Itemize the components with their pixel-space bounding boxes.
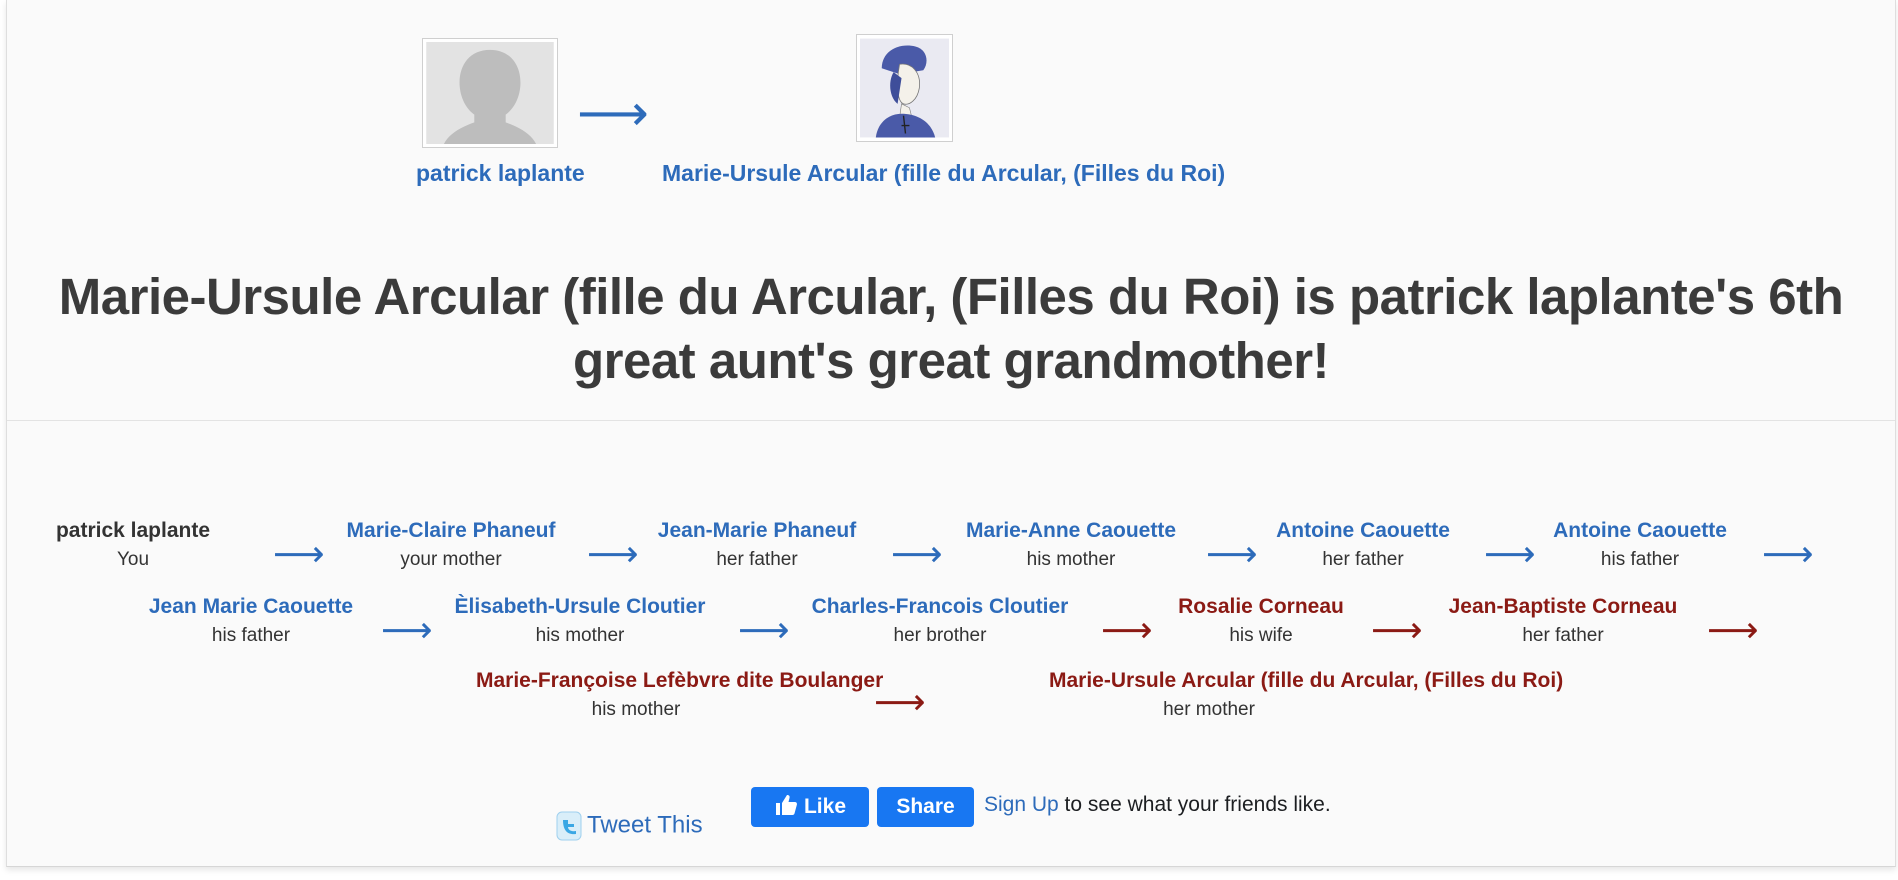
chain-person-name[interactable]: Marie-Claire Phaneuf: [291, 518, 611, 544]
chain-arrow: ⟶: [874, 681, 926, 722]
avatar-placeholder[interactable]: [422, 38, 558, 148]
chain-relation: his father: [1600, 549, 1680, 570]
thumbs-up-icon: [775, 795, 797, 815]
signup-link[interactable]: Sign Up: [984, 793, 1059, 816]
chain-step: Charles-Francois Cloutier her brother: [780, 594, 1100, 649]
twitter-icon: [555, 810, 583, 842]
chain-step: Marie-Françoise Lefèbvre dite Boulanger …: [476, 668, 883, 723]
chain-relation: his father: [211, 625, 291, 646]
header-arrow: ⟶: [577, 85, 649, 141]
chain-relation: his mother: [535, 625, 625, 646]
chain-relation: her mother: [1163, 699, 1255, 720]
chain-relation: his mother: [1026, 549, 1116, 570]
to-person-name[interactable]: Marie-Ursule Arcular (fille du Arcular, …: [662, 160, 1225, 187]
chain-step: Marie-Claire Phaneuf your mother: [291, 518, 611, 573]
chain-step: Marie-Ursule Arcular (fille du Arcular, …: [1049, 668, 1563, 723]
signup-text: to see what your friends like.: [1058, 793, 1331, 816]
portrait-image-icon: [860, 38, 949, 138]
chain-step: patrick laplante You: [0, 518, 293, 573]
chain-person-name[interactable]: Jean-Marie Phaneuf: [597, 518, 917, 544]
chain-person-name: patrick laplante: [55, 519, 211, 542]
chain-step: Antoine Caouette his father: [1480, 518, 1800, 573]
chain-relation: her brother: [893, 625, 987, 646]
chain-person-name[interactable]: Marie-Françoise Lefèbvre dite Boulanger: [476, 668, 883, 694]
chain-relation: your mother: [400, 549, 502, 570]
section-divider: [7, 420, 1895, 421]
chain-person-name[interactable]: Antoine Caouette: [1203, 518, 1523, 544]
relationship-card: patrick laplante ⟶ Marie-Ursule Arcular …: [6, 0, 1896, 867]
tweet-this-link[interactable]: Tweet This: [555, 810, 703, 842]
chain-person-name[interactable]: Marie-Anne Caouette: [911, 518, 1231, 544]
tweet-this-label: Tweet This: [587, 811, 703, 839]
chain-step: Jean-Baptiste Corneau her father: [1403, 594, 1723, 649]
relationship-headline: Marie-Ursule Arcular (fille du Arcular, …: [58, 268, 1844, 389]
chain-step: Jean Marie Caouette his father: [91, 594, 411, 649]
chain-step: Marie-Anne Caouette his mother: [911, 518, 1231, 573]
chain-relation: her father: [1322, 549, 1404, 570]
chain-relation: You: [116, 549, 150, 570]
signup-prompt: Sign Up to see what your friends like.: [984, 793, 1331, 817]
person-silhouette-icon: [426, 42, 554, 144]
facebook-like-button[interactable]: Like: [751, 787, 869, 827]
share-label: Share: [896, 795, 955, 818]
chain-person-name[interactable]: Charles-Francois Cloutier: [780, 594, 1100, 620]
chain-step: Antoine Caouette her father: [1203, 518, 1523, 573]
from-person-name[interactable]: patrick laplante: [416, 160, 585, 187]
facebook-share-button[interactable]: Share: [877, 787, 974, 827]
chain-relation: his mother: [591, 699, 681, 720]
chain-person-name[interactable]: Jean Marie Caouette: [91, 594, 411, 620]
ancestor-portrait[interactable]: [856, 34, 953, 142]
chain-step: Jean-Marie Phaneuf her father: [597, 518, 917, 573]
chain-step: Èlisabeth-Ursule Cloutier his mother: [420, 594, 740, 649]
chain-person-name[interactable]: Marie-Ursule Arcular (fille du Arcular, …: [1049, 668, 1563, 694]
like-label: Like: [803, 795, 847, 818]
chain-relation: her father: [716, 549, 798, 570]
chain-person-name[interactable]: Èlisabeth-Ursule Cloutier: [420, 594, 740, 620]
chain-arrow: ⟶: [1762, 533, 1814, 574]
chain-relation: her father: [1522, 625, 1604, 646]
chain-person-name[interactable]: Antoine Caouette: [1480, 518, 1800, 544]
chain-person-name[interactable]: Jean-Baptiste Corneau: [1403, 594, 1723, 620]
chain-arrow: ⟶: [1707, 609, 1759, 650]
